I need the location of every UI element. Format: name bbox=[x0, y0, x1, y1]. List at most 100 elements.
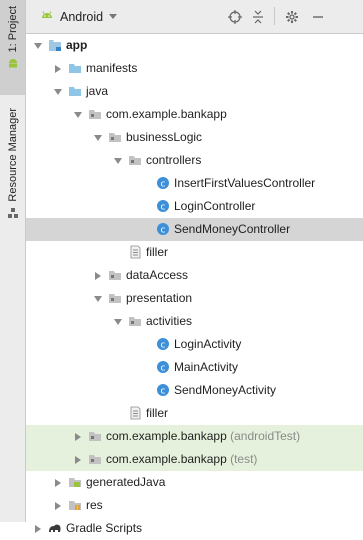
expand-arrow-right-icon[interactable] bbox=[74, 433, 82, 441]
locate-target-icon[interactable] bbox=[227, 9, 243, 25]
tree-row[interactable]: com.example.bankapp bbox=[26, 103, 363, 126]
tree-row-label: presentation bbox=[126, 291, 192, 306]
text-file-icon bbox=[130, 406, 141, 420]
tree-row-name: generatedJava bbox=[86, 475, 166, 489]
expand-arrow-down-icon[interactable] bbox=[114, 157, 122, 165]
tree-row-label: res bbox=[86, 498, 103, 513]
tree-row-name: controllers bbox=[146, 153, 202, 167]
project-tool-tab[interactable]: 1: Project bbox=[0, 0, 25, 95]
tree-row[interactable]: filler bbox=[26, 241, 363, 264]
tree-row-label: InsertFirstValuesController bbox=[174, 176, 315, 191]
tree-row-label: businessLogic bbox=[126, 130, 202, 145]
tree-row-name: manifests bbox=[86, 61, 138, 75]
expand-arrow-right-icon[interactable] bbox=[54, 502, 62, 510]
tree-row[interactable]: activities bbox=[26, 310, 363, 333]
tree-row[interactable]: c MainActivity bbox=[26, 356, 363, 379]
package-folder-icon bbox=[89, 455, 101, 464]
tree-row-label: controllers bbox=[146, 153, 201, 168]
resource-manager-icon bbox=[7, 207, 18, 218]
package-folder-icon bbox=[109, 271, 121, 280]
folder-icon bbox=[69, 64, 81, 73]
tree-row-label: com.example.bankapp (androidTest) bbox=[106, 429, 300, 444]
folder-icon bbox=[69, 87, 81, 96]
java-class-icon: c bbox=[157, 338, 169, 351]
tree-row[interactable]: res bbox=[26, 494, 363, 517]
expand-arrow-right-icon[interactable] bbox=[74, 456, 82, 464]
svg-text:c: c bbox=[161, 341, 166, 351]
tree-row-name: SendMoneyActivity bbox=[174, 383, 277, 397]
expand-arrow-right-icon[interactable] bbox=[94, 272, 102, 280]
tree-row-label: activities bbox=[146, 314, 192, 329]
svg-text:c: c bbox=[161, 387, 166, 397]
package-folder-icon bbox=[129, 317, 141, 326]
svg-text:c: c bbox=[161, 203, 166, 213]
svg-text:c: c bbox=[161, 226, 166, 236]
expand-arrow-right-icon[interactable] bbox=[34, 525, 42, 533]
tree-row-name: java bbox=[86, 84, 109, 98]
java-class-icon: c bbox=[157, 177, 169, 190]
tree-row[interactable]: generatedJava bbox=[26, 471, 363, 494]
tree-row-name: com.example.bankapp bbox=[106, 107, 227, 121]
expand-arrow-down-icon[interactable] bbox=[94, 295, 102, 303]
tree-row[interactable]: manifests bbox=[26, 57, 363, 80]
tree-row[interactable]: c SendMoneyController bbox=[26, 218, 363, 241]
tree-row-label: SendMoneyActivity bbox=[174, 383, 276, 398]
package-folder-icon bbox=[89, 110, 101, 119]
tree-row[interactable]: businessLogic bbox=[26, 126, 363, 149]
tree-row[interactable]: dataAccess bbox=[26, 264, 363, 287]
tree-row[interactable]: app bbox=[26, 34, 363, 57]
tree-row-name: MainActivity bbox=[174, 360, 239, 374]
expand-arrow-down-icon[interactable] bbox=[74, 111, 82, 119]
tree-row-label: generatedJava bbox=[86, 475, 165, 490]
expand-arrow-right-icon[interactable] bbox=[54, 65, 62, 73]
tree-row-label: com.example.bankapp (test) bbox=[106, 452, 257, 467]
hide-minimize-icon[interactable] bbox=[310, 9, 326, 25]
tree-row[interactable]: presentation bbox=[26, 287, 363, 310]
tree-row-name: app bbox=[66, 38, 88, 52]
android-icon bbox=[8, 59, 17, 68]
package-folder-icon bbox=[109, 133, 121, 142]
java-class-icon: c bbox=[157, 361, 169, 374]
tree-row[interactable]: c LoginController bbox=[26, 195, 363, 218]
tree-row[interactable]: Gradle Scripts bbox=[26, 517, 363, 540]
tree-row-name: LoginController bbox=[174, 199, 256, 213]
source-set-suffix: (androidTest) bbox=[230, 429, 301, 443]
package-folder-icon bbox=[89, 432, 101, 441]
toolbar-divider bbox=[274, 7, 275, 25]
tree-row-label: dataAccess bbox=[126, 268, 188, 283]
collapse-all-icon[interactable] bbox=[250, 9, 266, 25]
tree-row-label: com.example.bankapp bbox=[106, 107, 227, 122]
tree-row-label: MainActivity bbox=[174, 360, 238, 375]
svg-text:c: c bbox=[161, 364, 166, 374]
tree-row-name: activities bbox=[146, 314, 193, 328]
package-folder-icon bbox=[129, 156, 141, 165]
expand-arrow-down-icon[interactable] bbox=[114, 318, 122, 326]
expand-arrow-down-icon[interactable] bbox=[34, 42, 42, 50]
java-class-icon: c bbox=[157, 384, 169, 397]
tree-row-label: app bbox=[66, 38, 87, 53]
tree-row[interactable]: controllers bbox=[26, 149, 363, 172]
view-selector-label[interactable]: Android bbox=[60, 10, 103, 24]
tree-row[interactable]: c SendMoneyActivity bbox=[26, 379, 363, 402]
tree-row[interactable]: com.example.bankapp (test) bbox=[26, 448, 363, 471]
tree-row[interactable]: c InsertFirstValuesController bbox=[26, 172, 363, 195]
gear-icon[interactable] bbox=[284, 9, 300, 25]
module-folder-icon bbox=[49, 40, 61, 51]
tree-row[interactable]: c LoginActivity bbox=[26, 333, 363, 356]
java-class-icon: c bbox=[157, 223, 169, 236]
tree-row[interactable]: filler bbox=[26, 402, 363, 425]
tree-row-name: SendMoneyController bbox=[174, 222, 291, 236]
chevron-down-icon[interactable] bbox=[109, 13, 118, 20]
tree-row-label: filler bbox=[146, 245, 168, 260]
tree-row-name: LoginActivity bbox=[174, 337, 242, 351]
tree-row-name: res bbox=[86, 498, 103, 512]
resource-manager-tab[interactable]: Resource Manager bbox=[0, 108, 25, 238]
tree-row[interactable]: com.example.bankapp (androidTest) bbox=[26, 425, 363, 448]
tree-row-label: SendMoneyController bbox=[174, 222, 290, 237]
project-tree: app manifests java com.example.bankapp busin… bbox=[26, 34, 363, 540]
expand-arrow-down-icon[interactable] bbox=[54, 88, 62, 96]
tree-row[interactable]: java bbox=[26, 80, 363, 103]
expand-arrow-right-icon[interactable] bbox=[54, 479, 62, 487]
project-tab-label: 1: Project bbox=[6, 6, 19, 53]
expand-arrow-down-icon[interactable] bbox=[94, 134, 102, 142]
